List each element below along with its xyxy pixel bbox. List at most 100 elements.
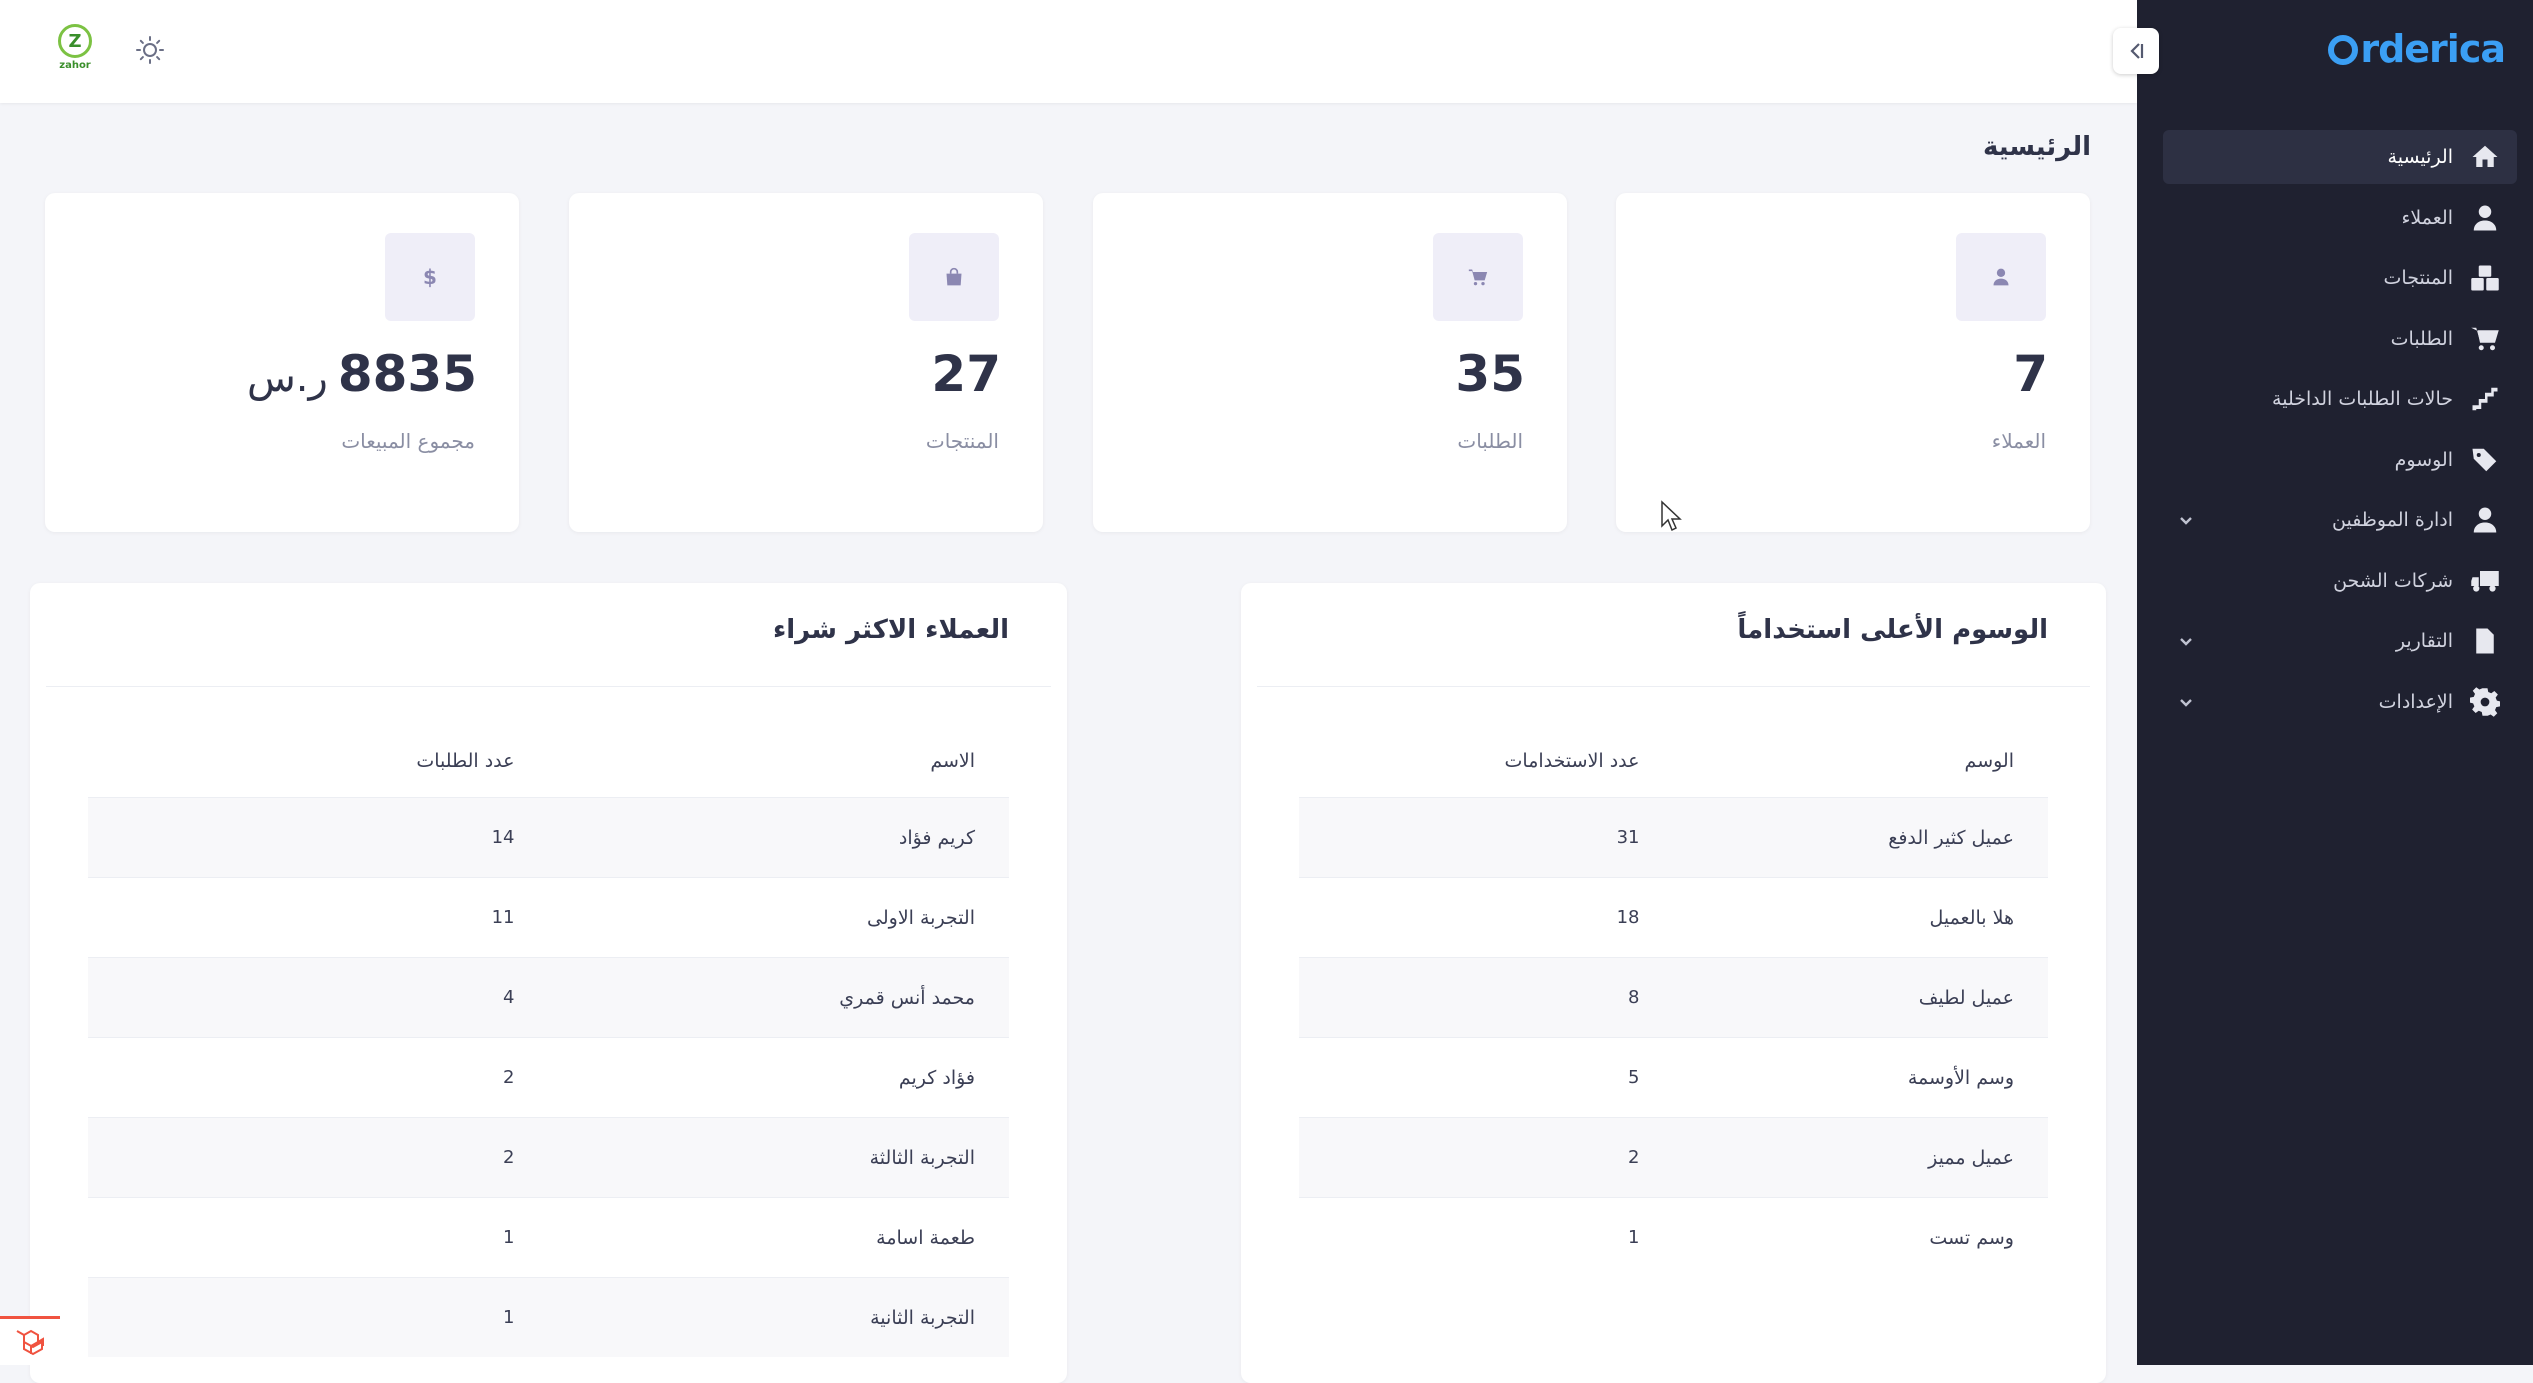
tag-name: هلا بالعميل (1673, 877, 2048, 958)
table-row[interactable]: التجربة الثانية 1 (88, 1277, 1009, 1357)
sidebar-item-products[interactable]: المنتجات (2163, 251, 2517, 305)
page-title: الرئيسية (1982, 132, 2091, 162)
cart-icon (2467, 321, 2503, 357)
customer-name: طعمة اسامة (548, 1197, 1009, 1278)
mouse-cursor-icon (1661, 500, 1682, 532)
sidebar-item-label: العملاء (2401, 206, 2454, 229)
orders-count: 2 (88, 1037, 549, 1118)
sidebar-item-label: شركات الشحن (2333, 569, 2453, 592)
collapse-sidebar-button[interactable] (2113, 28, 2159, 74)
tag-name: عميل مميز (1673, 1117, 2048, 1198)
sidebar-item-label: التقارير (2395, 630, 2453, 652)
logo-circle: Z (58, 24, 92, 58)
brand-logo[interactable]: rderica (2328, 26, 2506, 72)
chevron-down-icon[interactable] (2177, 693, 2195, 711)
table-row[interactable]: طعمة اسامة 1 (88, 1197, 1009, 1278)
column-header-tag[interactable]: الوسم (1674, 725, 2049, 798)
tags-table: الوسم عدد الاستخدامات عميل كثير الدفع 31 … (1299, 725, 2048, 1277)
sidebar-item-label: المنتجات (2383, 267, 2453, 289)
table-row[interactable]: محمد أنس قمري 4 (88, 957, 1009, 1038)
top-bar: Z zahor (0, 0, 2137, 103)
customer-name: التجربة الاولى (548, 877, 1009, 958)
user-icon (2467, 200, 2503, 236)
table-row[interactable]: هلا بالعميل 18 (1299, 877, 2048, 958)
company-logo[interactable]: Z zahor (52, 24, 98, 78)
table-row[interactable]: كريم فؤاد 14 (88, 797, 1009, 878)
sidebar-item-tags[interactable]: الوسوم (2163, 433, 2517, 487)
logo-text: zahor (59, 60, 91, 71)
sidebar-item-label: الوسوم (2394, 448, 2453, 471)
stat-card-orders: 35 الطلبات (1093, 193, 1567, 532)
user-icon (1956, 233, 2046, 321)
customer-name: التجربة الثالثة (548, 1117, 1009, 1198)
usage-count: 31 (1299, 797, 1674, 878)
orders-count: 2 (88, 1117, 549, 1198)
column-header-orders-count[interactable]: عدد الطلبات (88, 725, 549, 798)
table-row[interactable]: عميل مميز 2 (1299, 1117, 2048, 1198)
usage-count: 1 (1299, 1197, 1674, 1277)
stat-label: مجموع المبيعات (341, 429, 475, 453)
panel-title: العملاء الاكثر شراء (772, 615, 1009, 645)
brand-o-icon (2328, 35, 2359, 65)
sidebar-item-customers[interactable]: العملاء (2163, 191, 2517, 245)
table-row[interactable]: عميل لطيف 8 (1299, 957, 2048, 1038)
stat-card-sales: $ 8835ر.س مجموع المبيعات (45, 193, 519, 532)
table-row[interactable]: فؤاد كريم 2 (88, 1037, 1009, 1118)
sidebar-item-reports[interactable]: التقارير (2163, 614, 2517, 668)
sidebar-item-employees[interactable]: ادارة الموظفين (2163, 493, 2517, 547)
theme-toggle-sun-icon[interactable] (134, 34, 166, 66)
orders-count: 14 (88, 797, 549, 878)
user-icon (2467, 502, 2503, 538)
sidebar: rderica الرئيسية العملاء المنتجات الطلبا… (2137, 0, 2533, 1365)
table-row[interactable]: وسم تست 1 (1299, 1197, 2048, 1277)
dollar-icon: $ (385, 233, 475, 321)
laravel-debug-badge[interactable] (0, 1316, 60, 1365)
table-row[interactable]: التجربة الاولى 11 (88, 877, 1009, 958)
dollar-glyph: $ (423, 265, 437, 289)
sidebar-item-label: الرئيسية (2387, 146, 2453, 168)
sidebar-item-label: ادارة الموظفين (2332, 509, 2453, 531)
gear-icon (2467, 684, 2503, 720)
table-row[interactable]: التجربة الثالثة 2 (88, 1117, 1009, 1198)
sidebar-item-shipping[interactable]: شركات الشحن (2163, 554, 2517, 608)
sidebar-item-home[interactable]: الرئيسية (2163, 130, 2517, 184)
home-icon (2467, 139, 2503, 175)
cart-icon (1433, 233, 1523, 321)
table-row[interactable]: وسم الأوسمة 5 (1299, 1037, 2048, 1118)
table-header-row: الاسم عدد الطلبات (88, 725, 1009, 798)
orders-count: 1 (88, 1197, 549, 1278)
chevron-down-icon[interactable] (2177, 511, 2195, 529)
orders-count: 11 (88, 877, 549, 958)
usage-count: 2 (1299, 1117, 1674, 1198)
truck-icon (2467, 563, 2503, 599)
stat-value: 35 (1455, 345, 1525, 403)
stat-value: 27 (931, 345, 1001, 403)
customers-table: الاسم عدد الطلبات كريم فؤاد 14 التجربة ال… (88, 725, 1009, 1357)
chevron-left-icon (2130, 43, 2144, 59)
tag-name: وسم الأوسمة (1673, 1037, 2048, 1118)
customer-name: فؤاد كريم (548, 1037, 1009, 1118)
usage-count: 8 (1299, 957, 1674, 1038)
customer-name: محمد أنس قمري (548, 957, 1009, 1038)
tags-icon (2467, 442, 2503, 478)
boxes-icon (2467, 260, 2503, 296)
usage-count: 5 (1299, 1037, 1674, 1118)
stat-card-customers: 7 العملاء (1616, 193, 2090, 532)
table-header-row: الوسم عدد الاستخدامات (1299, 725, 2048, 798)
stat-label: الطلبات (1457, 429, 1523, 453)
orders-count: 1 (88, 1277, 549, 1357)
sidebar-item-orders[interactable]: الطلبات (2163, 312, 2517, 366)
currency-unit: ر.س (246, 355, 328, 401)
column-header-name[interactable]: الاسم (549, 725, 1010, 798)
table-row[interactable]: عميل كثير الدفع 31 (1299, 797, 2048, 878)
column-header-usage-count[interactable]: عدد الاستخدامات (1299, 725, 1674, 798)
sidebar-item-settings[interactable]: الإعدادات (2163, 675, 2517, 729)
customer-name: التجربة الثانية (548, 1277, 1009, 1357)
sidebar-item-order-statuses[interactable]: حالات الطلبات الداخلية (2163, 372, 2517, 426)
top-tags-panel: الوسوم الأعلى استخداماً الوسم عدد الاستخ… (1241, 583, 2106, 1383)
orders-count: 4 (88, 957, 549, 1038)
stairs-icon (2467, 381, 2503, 417)
stat-value: 8835ر.س (247, 345, 477, 403)
stat-label: العملاء (1991, 429, 2046, 453)
chevron-down-icon[interactable] (2177, 632, 2195, 650)
